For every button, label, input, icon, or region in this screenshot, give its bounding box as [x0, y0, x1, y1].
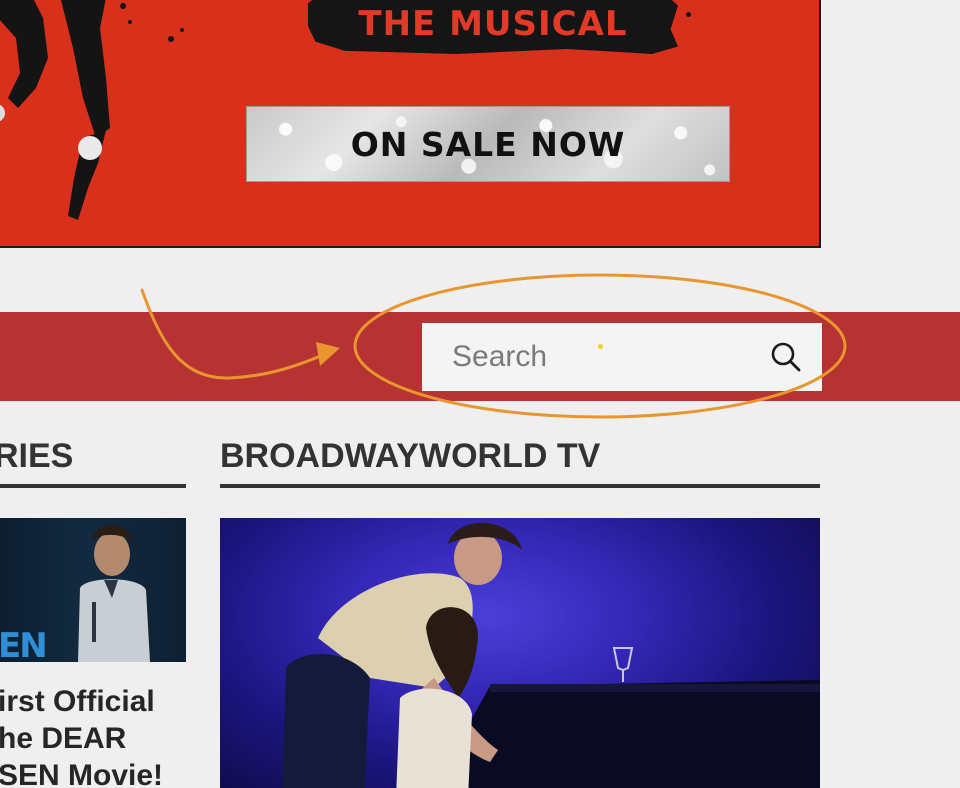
- stories-section-rule: [0, 484, 186, 488]
- story-headline-link[interactable]: irst Official he DEAR SEN Movie!: [0, 683, 198, 788]
- paint-splatter: [686, 12, 691, 17]
- on-sale-label: ON SALE NOW: [350, 124, 626, 164]
- search-icon: [771, 342, 801, 372]
- search-input[interactable]: [422, 323, 752, 391]
- tv-section-rule: [220, 484, 820, 488]
- search-box[interactable]: [422, 323, 822, 391]
- paint-splatter: [168, 36, 174, 42]
- story-thumbnail[interactable]: EN: [0, 518, 186, 662]
- thumbnail-logo-text: EN: [0, 626, 48, 662]
- tv-video-thumbnail[interactable]: [220, 518, 820, 788]
- mouse-cursor-indicator: [598, 344, 603, 349]
- search-button[interactable]: [768, 339, 804, 375]
- page: THE MUSICAL ON SALE NOW RIES: [0, 0, 960, 788]
- headline-line: irst Official: [0, 685, 155, 718]
- headline-line: he DEAR: [0, 722, 127, 755]
- stories-section-title: RIES: [0, 437, 74, 475]
- on-sale-button[interactable]: ON SALE NOW: [246, 106, 730, 182]
- headline-line: SEN Movie!: [0, 759, 164, 788]
- paint-splatter: [180, 28, 184, 32]
- dancer-silhouette-image: [0, 0, 132, 220]
- tv-section-title: BROADWAYWORLD TV: [220, 437, 601, 475]
- musical-ad-banner[interactable]: THE MUSICAL ON SALE NOW: [0, 0, 821, 248]
- musical-title: THE MUSICAL: [358, 4, 628, 44]
- performers-photo: [282, 522, 820, 788]
